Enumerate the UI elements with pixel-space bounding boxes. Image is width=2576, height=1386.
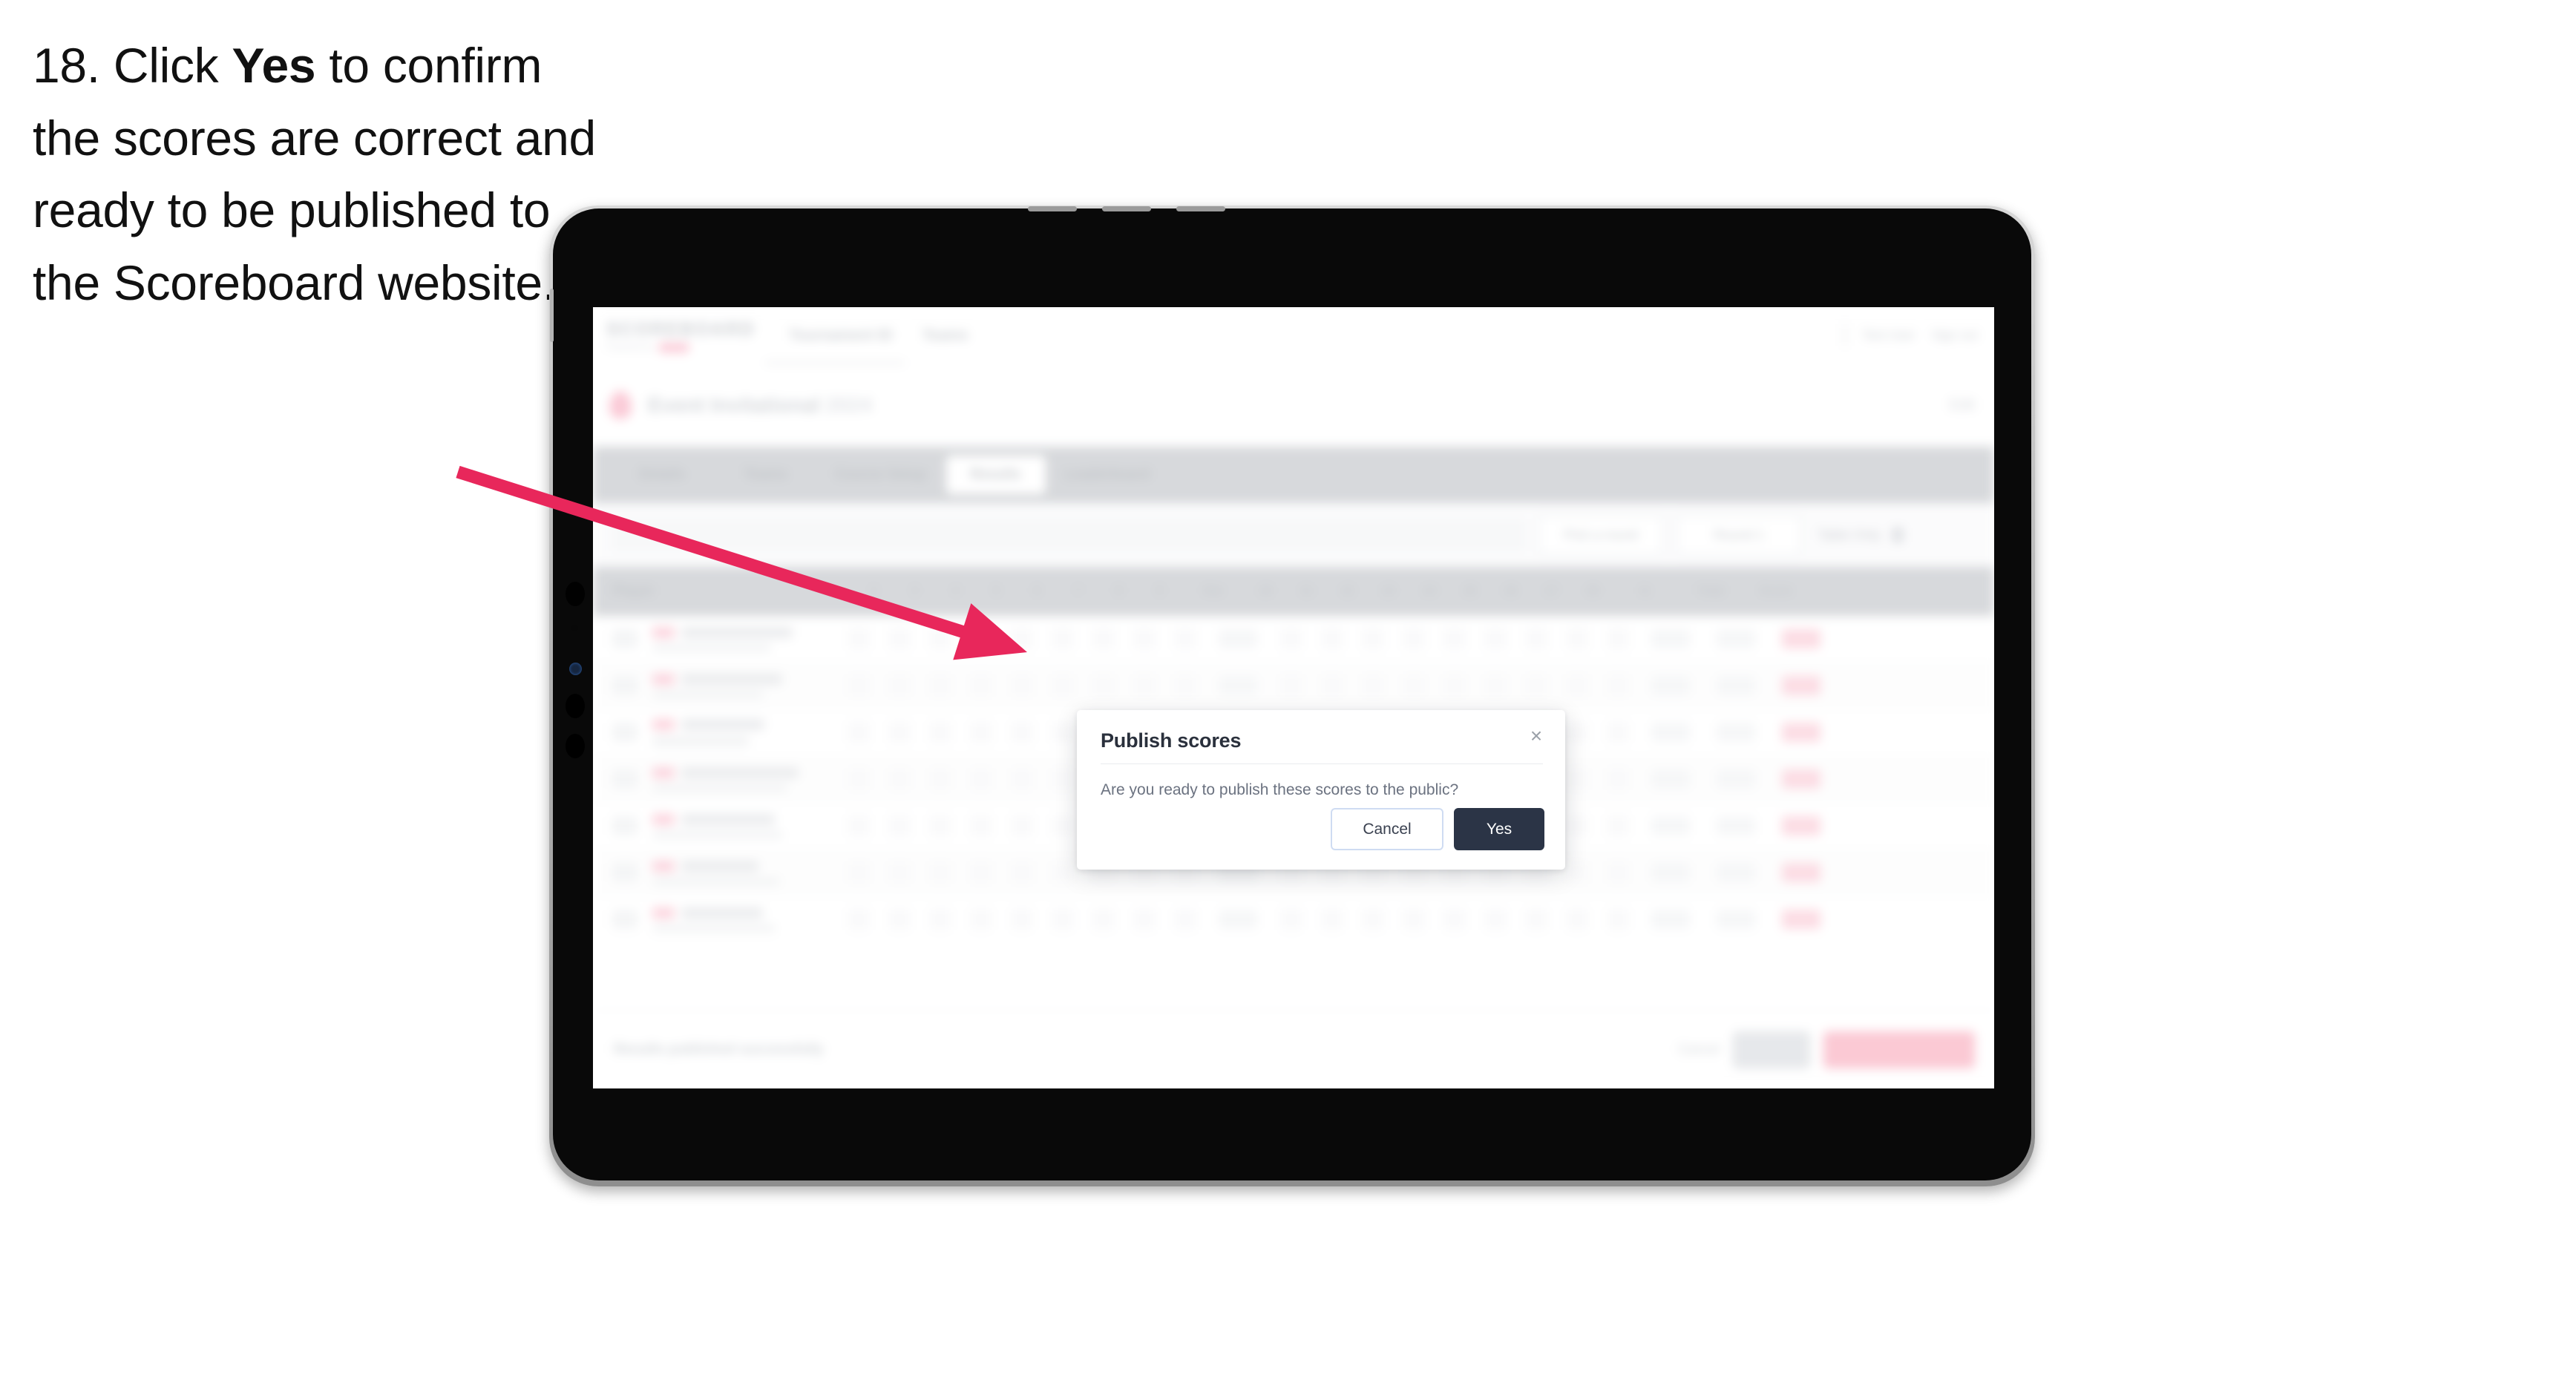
dialog-divider — [1101, 763, 1543, 764]
instruction-emphasis: Yes — [232, 38, 316, 93]
modal-scrim — [593, 307, 1994, 1088]
instruction-text-before: Click — [99, 38, 232, 93]
power-button[interactable] — [550, 289, 554, 342]
sensor-icon — [571, 625, 578, 631]
step-instruction: 18. Click Yes to confirm the scores are … — [33, 30, 597, 320]
camera-icon — [566, 694, 585, 718]
speaker-slot-icon — [1028, 206, 1077, 211]
dialog-message: Are you ready to publish these scores to… — [1101, 781, 1459, 798]
camera-icon — [566, 582, 585, 606]
tablet-screen: SCOREBOARD Powered by Tournament ID Team… — [593, 307, 1994, 1088]
speaker-slot-icon — [1102, 206, 1151, 211]
close-icon[interactable]: × — [1524, 723, 1549, 749]
yes-button[interactable]: Yes — [1454, 808, 1544, 850]
cancel-button[interactable]: Cancel — [1331, 808, 1443, 850]
camera-icon — [566, 734, 585, 758]
device-body: SCOREBOARD Powered by Tournament ID Team… — [550, 206, 2031, 1180]
speaker-slot-icon — [1176, 206, 1225, 211]
publish-scores-dialog: Publish scores × Are you ready to publis… — [1077, 710, 1565, 870]
dialog-actions: Cancel Yes — [1331, 808, 1544, 850]
camera-lens-icon — [569, 663, 582, 675]
step-number: 18. — [33, 38, 100, 93]
tablet-device: SCOREBOARD Powered by Tournament ID Team… — [549, 206, 2035, 1186]
dialog-title: Publish scores — [1101, 729, 1242, 752]
